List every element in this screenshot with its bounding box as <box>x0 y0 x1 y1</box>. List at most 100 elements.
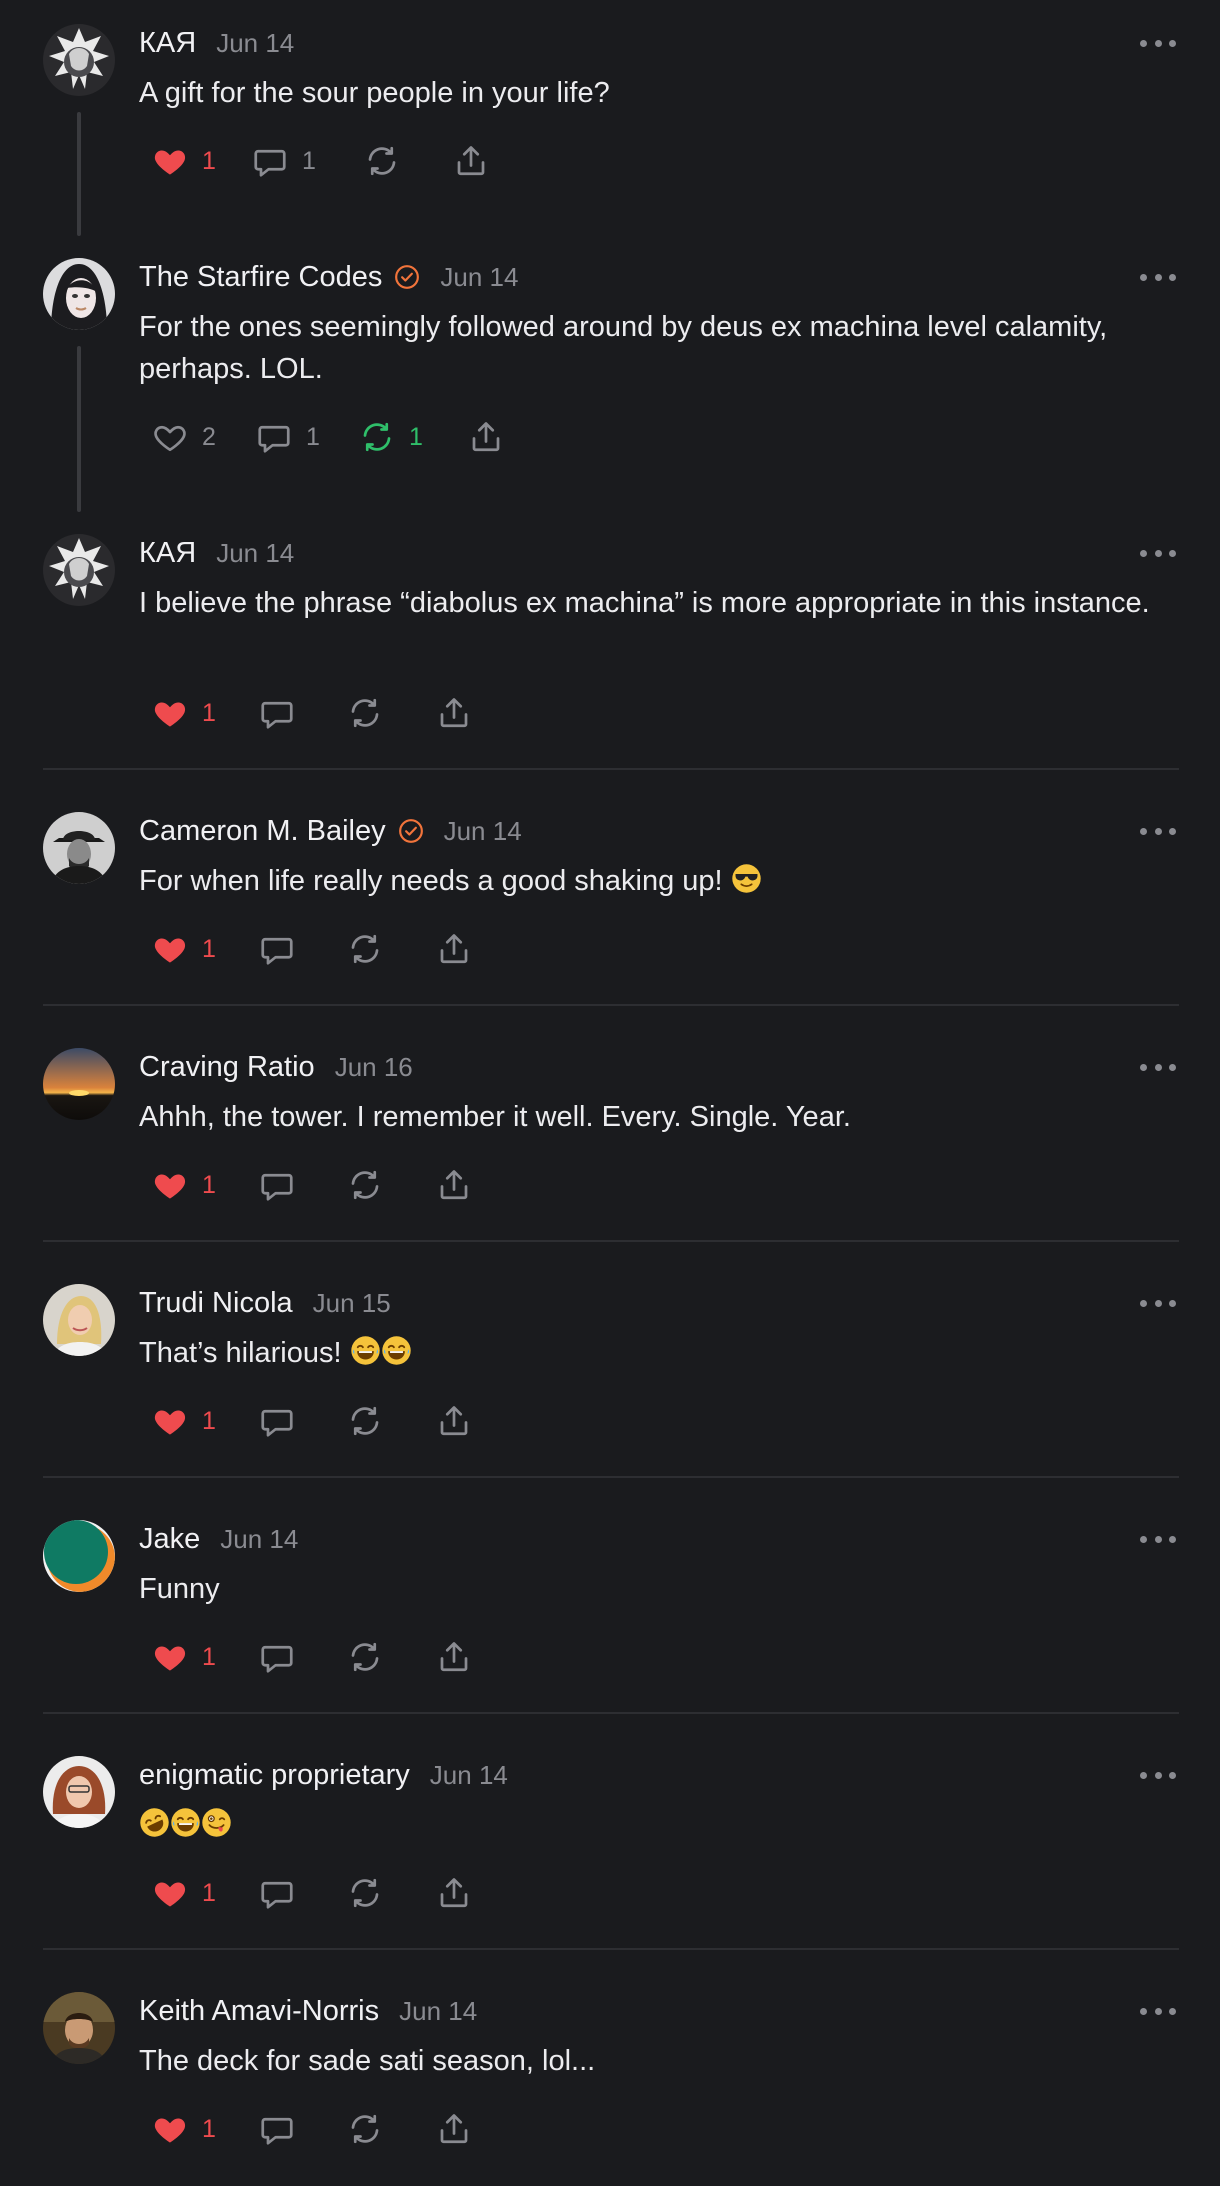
repost-button[interactable] <box>347 1871 383 1915</box>
author-name[interactable]: Craving Ratio <box>139 1051 315 1084</box>
repost-button[interactable] <box>347 2107 383 2151</box>
like-button[interactable]: 1 <box>152 1163 216 1207</box>
reply-button[interactable] <box>259 2107 295 2151</box>
avatar[interactable] <box>43 1520 115 1592</box>
like-count: 1 <box>202 1406 216 1435</box>
reply-button[interactable]: 1 <box>252 139 316 183</box>
post-date[interactable]: Jun 15 <box>313 1288 391 1319</box>
avatar[interactable] <box>43 1756 115 1828</box>
share-button[interactable] <box>436 691 472 735</box>
avatar[interactable] <box>43 258 115 330</box>
post-header: КАЯ Jun 14 <box>139 533 294 573</box>
verified-badge-icon <box>394 264 420 290</box>
like-button[interactable]: 2 <box>152 415 216 459</box>
repost-button[interactable] <box>347 691 383 735</box>
like-button[interactable]: 1 <box>152 1635 216 1679</box>
reply-icon <box>252 143 288 179</box>
avatar[interactable] <box>43 24 115 96</box>
more-options-icon[interactable] <box>1140 1293 1176 1313</box>
heart-filled-icon <box>152 1639 188 1675</box>
like-button[interactable]: 1 <box>152 139 216 183</box>
share-button[interactable] <box>468 415 504 459</box>
repost-button[interactable]: 1 <box>359 415 423 459</box>
post-date[interactable]: Jun 14 <box>430 1760 508 1791</box>
verified-badge-icon <box>398 818 424 844</box>
like-button[interactable]: 1 <box>152 1871 216 1915</box>
like-count: 1 <box>202 1642 216 1671</box>
share-button[interactable] <box>453 139 489 183</box>
repost-icon <box>364 143 400 179</box>
share-button[interactable] <box>436 1871 472 1915</box>
share-icon <box>436 931 472 967</box>
reply-icon <box>256 419 292 455</box>
repost-icon <box>347 1403 383 1439</box>
avatar[interactable] <box>43 1992 115 2064</box>
author-name[interactable]: Jake <box>139 1523 200 1556</box>
like-button[interactable]: 1 <box>152 927 216 971</box>
repost-icon <box>347 1167 383 1203</box>
repost-button[interactable] <box>347 1399 383 1443</box>
repost-button[interactable] <box>347 1163 383 1207</box>
share-button[interactable] <box>436 2107 472 2151</box>
author-name[interactable]: КАЯ <box>139 27 196 60</box>
like-button[interactable]: 1 <box>152 691 216 735</box>
repost-button[interactable] <box>364 139 400 183</box>
share-button[interactable] <box>436 927 472 971</box>
reply-button[interactable] <box>259 691 295 735</box>
reply-icon <box>259 1639 295 1675</box>
like-count: 1 <box>202 698 216 727</box>
share-button[interactable] <box>436 1635 472 1679</box>
more-options-icon[interactable] <box>1140 1057 1176 1077</box>
author-name[interactable]: The Starfire Codes <box>139 261 382 294</box>
more-options-icon[interactable] <box>1140 267 1176 287</box>
author-name[interactable]: Cameron M. Bailey <box>139 815 386 848</box>
like-count: 1 <box>202 1170 216 1199</box>
reply-icon <box>259 1403 295 1439</box>
author-name[interactable]: КАЯ <box>139 537 196 570</box>
share-icon <box>436 2111 472 2147</box>
like-button[interactable]: 1 <box>152 1399 216 1443</box>
post-date[interactable]: Jun 14 <box>216 538 294 569</box>
post-date[interactable]: Jun 14 <box>216 28 294 59</box>
post-date[interactable]: Jun 16 <box>335 1052 413 1083</box>
share-button[interactable] <box>436 1163 472 1207</box>
repost-button[interactable] <box>347 1635 383 1679</box>
post-date[interactable]: Jun 14 <box>220 1524 298 1555</box>
reply-count: 1 <box>306 422 320 451</box>
reply-button[interactable]: 1 <box>256 415 320 459</box>
author-name[interactable]: Trudi Nicola <box>139 1287 293 1320</box>
avatar[interactable] <box>43 812 115 884</box>
repost-icon <box>359 419 395 455</box>
avatar[interactable] <box>43 1048 115 1120</box>
avatar[interactable] <box>43 534 115 606</box>
author-name[interactable]: Keith Amavi-Norris <box>139 1995 379 2028</box>
repost-button[interactable] <box>347 927 383 971</box>
more-options-icon[interactable] <box>1140 1529 1176 1549</box>
reply-button[interactable] <box>259 927 295 971</box>
like-count: 1 <box>202 146 216 175</box>
share-button[interactable] <box>436 1399 472 1443</box>
post-date[interactable]: Jun 14 <box>440 262 518 293</box>
post-date[interactable]: Jun 14 <box>399 1996 477 2027</box>
like-button[interactable]: 1 <box>152 2107 216 2151</box>
more-options-icon[interactable] <box>1140 821 1176 841</box>
more-options-icon[interactable] <box>1140 1765 1176 1785</box>
author-name[interactable]: enigmatic proprietary <box>139 1759 410 1792</box>
reply-button[interactable] <box>259 1399 295 1443</box>
repost-icon <box>347 1639 383 1675</box>
reply-button[interactable] <box>259 1635 295 1679</box>
post-text: A gift for the sour people in your life? <box>139 77 610 109</box>
more-options-icon[interactable] <box>1140 33 1176 53</box>
heart-filled-icon <box>152 1875 188 1911</box>
more-options-icon[interactable] <box>1140 2001 1176 2021</box>
reply-button[interactable] <box>259 1163 295 1207</box>
share-icon <box>436 1403 472 1439</box>
post-date[interactable]: Jun 14 <box>444 816 522 847</box>
heart-outline-icon <box>152 419 188 455</box>
post-text-row: That’s hilarious! <box>139 1332 1179 1374</box>
like-count: 1 <box>202 1878 216 1907</box>
heart-filled-icon <box>152 143 188 179</box>
avatar[interactable] <box>43 1284 115 1356</box>
reply-button[interactable] <box>259 1871 295 1915</box>
more-options-icon[interactable] <box>1140 543 1176 563</box>
